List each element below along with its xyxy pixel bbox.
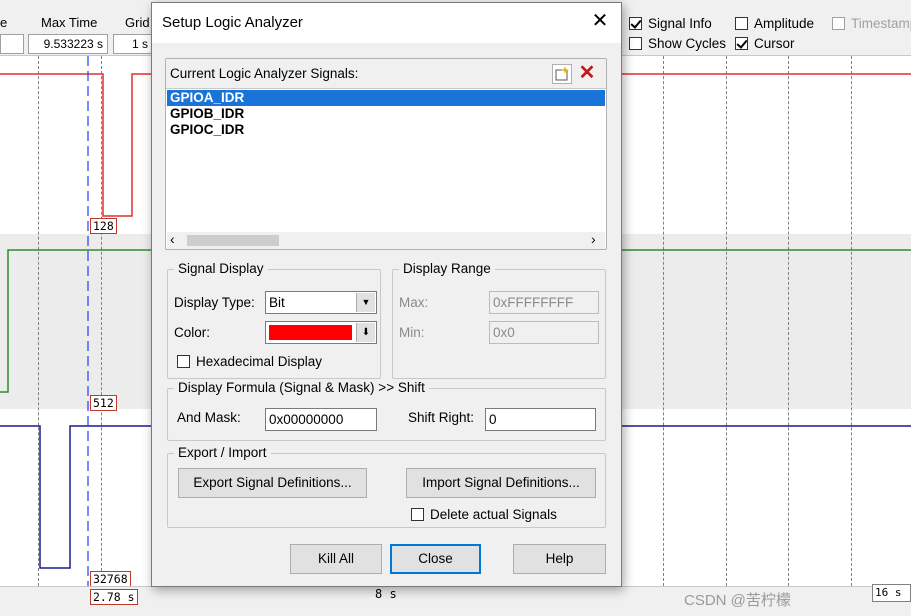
gpiob-waveform (0, 249, 152, 393)
display-formula-group: Display Formula (Signal & Mask) >> Shift… (167, 380, 606, 441)
signal-info-checkbox[interactable] (629, 17, 642, 30)
delete-signals-option[interactable]: Delete actual Signals (411, 507, 557, 522)
shift-right-label: Shift Right: (408, 410, 475, 425)
cursor-checkbox[interactable] (735, 37, 748, 50)
dialog-title: Setup Logic Analyzer (162, 14, 303, 31)
color-label: Color: (174, 325, 211, 340)
export-import-group: Export / Import Export Signal Definition… (167, 445, 606, 528)
max-time-label: Max Time (41, 15, 98, 30)
gpioc-value-tag: 32768 (90, 571, 131, 587)
horizontal-scrollbar[interactable]: ‹ › (167, 231, 605, 249)
display-range-title: Display Range (399, 261, 495, 276)
gpiob-value-tag: 512 (90, 395, 117, 411)
display-type-select[interactable]: Bit ▼ (265, 291, 377, 314)
show-cycles-option[interactable]: Show Cycles (629, 36, 726, 51)
partial-field (0, 34, 24, 54)
display-range-group: Display Range Max: 0xFFFFFFFF Min: 0x0 (392, 261, 606, 379)
watermark-text: CSDN @苦柠檬 (684, 592, 791, 609)
show-cycles-checkbox[interactable] (629, 37, 642, 50)
export-import-title: Export / Import (174, 445, 271, 460)
dialog-title-bar[interactable]: Setup Logic Analyzer ✕ (152, 3, 621, 43)
max-field: 0xFFFFFFFF (489, 291, 599, 314)
hex-display-checkbox[interactable] (177, 355, 190, 368)
signal-item-gpioa[interactable]: GPIOA_IDR (167, 90, 605, 106)
shift-right-input[interactable]: 0 (485, 408, 596, 431)
grid-label: Grid (125, 15, 150, 30)
signal-info-label: Signal Info (648, 16, 712, 31)
scroll-right-icon[interactable]: › (591, 231, 596, 247)
amplitude-label: Amplitude (754, 16, 815, 31)
signal-display-group: Signal Display Display Type: Bit ▼ Color… (167, 261, 381, 379)
signals-panel: Current Logic Analyzer Signals: ✕ GPIOA_… (165, 58, 607, 250)
gpioa-value-tag: 128 (90, 218, 117, 234)
color-swatch (269, 325, 352, 340)
hex-display-option[interactable]: Hexadecimal Display (177, 354, 322, 369)
new-signal-icon[interactable] (552, 64, 572, 84)
and-mask-label: And Mask: (177, 410, 241, 425)
scroll-left-icon[interactable]: ‹ (170, 231, 175, 247)
timestamp-label: Timestamp (851, 16, 911, 31)
timestamp-option: Timestamp (832, 16, 911, 31)
signal-item-gpioc[interactable]: GPIOC_IDR (167, 122, 605, 138)
display-formula-title: Display Formula (Signal & Mask) >> Shift (174, 380, 429, 395)
kill-all-button[interactable]: Kill All (290, 544, 382, 574)
signal-display-title: Signal Display (174, 261, 268, 276)
cursor-option[interactable]: Cursor (735, 36, 795, 51)
export-signals-button[interactable]: Export Signal Definitions... (178, 468, 367, 498)
color-picker[interactable]: ⬇ (265, 321, 377, 344)
signals-list[interactable]: GPIOA_IDR GPIOB_IDR GPIOC_IDR (167, 90, 605, 138)
min-field: 0x0 (489, 321, 599, 344)
cursor-label: Cursor (754, 36, 795, 51)
color-dropdown-icon[interactable]: ⬇ (356, 323, 375, 342)
column-header-partial: e (0, 15, 8, 30)
signal-info-option[interactable]: Signal Info (629, 16, 712, 31)
signal-item-gpiob[interactable]: GPIOB_IDR (167, 106, 605, 122)
close-icon[interactable]: ✕ (589, 11, 611, 33)
min-label: Min: (399, 325, 425, 340)
close-button[interactable]: Close (390, 544, 481, 574)
cursor-time-tag: 2.78 s (90, 589, 138, 605)
import-signals-button[interactable]: Import Signal Definitions... (406, 468, 596, 498)
amplitude-option[interactable]: Amplitude (735, 16, 814, 31)
timestamp-checkbox (832, 17, 845, 30)
signals-panel-header: Current Logic Analyzer Signals: ✕ (166, 59, 606, 89)
chevron-down-icon[interactable]: ▼ (356, 293, 375, 312)
gpioa-waveform (0, 73, 152, 217)
gpioc-waveform (0, 425, 152, 569)
time-axis-label: 8 s (375, 587, 397, 601)
grid-field: 1 s (113, 34, 153, 54)
scrollbar-thumb[interactable] (187, 235, 279, 246)
delete-signal-icon[interactable]: ✕ (576, 63, 598, 84)
delete-signals-checkbox[interactable] (411, 508, 424, 521)
signals-header-label: Current Logic Analyzer Signals: (170, 66, 359, 81)
delete-signals-label: Delete actual Signals (430, 507, 557, 522)
time-right-value: 16 s (872, 584, 911, 602)
hex-display-label: Hexadecimal Display (196, 354, 323, 369)
setup-logic-analyzer-dialog: Setup Logic Analyzer ✕ Current Logic Ana… (151, 2, 622, 587)
amplitude-checkbox[interactable] (735, 17, 748, 30)
help-button[interactable]: Help (513, 544, 606, 574)
show-cycles-label: Show Cycles (648, 36, 727, 51)
max-time-field: 9.533223 s (28, 34, 108, 54)
display-type-label: Display Type: (174, 295, 255, 310)
max-label: Max: (399, 295, 429, 310)
and-mask-input[interactable]: 0x00000000 (265, 408, 377, 431)
display-type-value: Bit (269, 295, 285, 310)
